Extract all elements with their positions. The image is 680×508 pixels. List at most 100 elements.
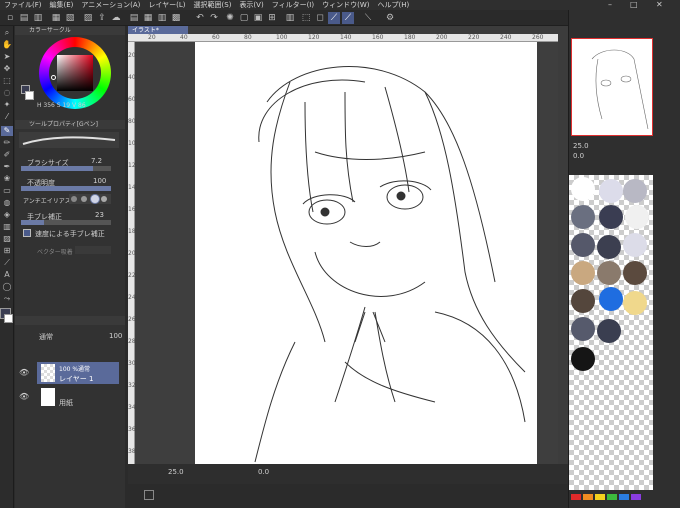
settings-icon[interactable]: ⚙ xyxy=(384,12,396,24)
color-swatch[interactable] xyxy=(571,261,595,285)
opacity-slider[interactable] xyxy=(21,186,111,191)
select-all-icon[interactable]: ⬚ xyxy=(300,12,312,24)
menu-selection[interactable]: 選択範囲(S) xyxy=(190,0,236,10)
undo-icon[interactable]: ↶ xyxy=(194,12,206,24)
hand-tool-icon[interactable]: ✋ xyxy=(1,40,13,50)
gradient-icon[interactable]: ▥ xyxy=(1,222,13,232)
select-tool-icon[interactable]: ⬚ xyxy=(1,76,13,86)
snap-special-ruler-icon[interactable]: ⟋ xyxy=(342,12,354,24)
open-icon[interactable]: ▤ xyxy=(18,12,30,24)
save-icon[interactable]: ▥ xyxy=(32,12,44,24)
canvas-viewport[interactable] xyxy=(135,42,558,464)
correct-line-icon[interactable]: ⤳ xyxy=(1,294,13,304)
hue-marker[interactable] xyxy=(51,75,56,80)
status-zoom[interactable]: 25.0 xyxy=(168,468,184,476)
transform-icon[interactable]: ⊞ xyxy=(266,12,278,24)
color-swatch[interactable] xyxy=(623,233,647,257)
antialias-weak-icon[interactable] xyxy=(81,196,87,202)
antialias-options[interactable] xyxy=(69,194,111,204)
color-set-chip[interactable] xyxy=(619,494,629,500)
move-tool-icon[interactable]: ✥ xyxy=(1,64,13,74)
close-icon[interactable]: ✕ xyxy=(656,0,663,9)
panel-toggle-icon[interactable] xyxy=(144,490,154,500)
menu-animation[interactable]: アニメーション(A) xyxy=(77,0,144,10)
eraser-icon[interactable]: ▭ xyxy=(1,186,13,196)
minimize-icon[interactable]: – xyxy=(608,0,612,9)
object-tool-icon[interactable]: ➤ xyxy=(1,52,13,62)
figure-icon[interactable]: ▨ xyxy=(1,234,13,244)
layer-row-2[interactable]: 用紙 xyxy=(37,386,119,408)
menu-layer[interactable]: レイヤー(L) xyxy=(144,0,189,10)
vector-snap-options[interactable] xyxy=(75,246,111,254)
stabilization-slider[interactable] xyxy=(21,220,111,225)
new-file-icon[interactable]: ▫ xyxy=(4,12,16,24)
auto-select-icon[interactable]: ✦ xyxy=(1,100,13,110)
share-icon[interactable]: ▨ xyxy=(82,12,94,24)
antialias-none-icon[interactable] xyxy=(71,196,77,202)
layer-opacity[interactable]: 100 xyxy=(109,332,122,340)
layer-1-visibility-icon[interactable]: 👁 xyxy=(19,368,29,377)
paper-canvas[interactable] xyxy=(195,42,537,464)
brush-tool-icon[interactable]: ✐ xyxy=(1,150,13,160)
loading-icon[interactable]: ✺ xyxy=(224,12,236,24)
pen-tool-icon[interactable]: ✎ xyxy=(1,126,13,136)
color-swatch[interactable] xyxy=(625,205,649,229)
navigator-angle[interactable]: 0.0 xyxy=(573,152,584,160)
eyedropper-icon[interactable]: ⁄ xyxy=(1,112,13,122)
timeline-icon[interactable]: ▦ xyxy=(142,12,154,24)
color-swatch[interactable] xyxy=(597,261,621,285)
airbrush-icon[interactable]: ✒ xyxy=(1,162,13,172)
deselect-icon[interactable]: ◻ xyxy=(314,12,326,24)
color-swatch[interactable] xyxy=(571,233,595,257)
storage-icon[interactable]: ▩ xyxy=(170,12,182,24)
color-swatch[interactable] xyxy=(599,287,623,311)
color-swatch[interactable] xyxy=(599,179,623,203)
saturation-value-square[interactable] xyxy=(57,55,93,91)
color-swatch[interactable] xyxy=(623,291,647,315)
menu-window[interactable]: ウィンドウ(W) xyxy=(318,0,373,10)
color-swatch[interactable] xyxy=(599,205,623,229)
frames-icon[interactable]: ▥ xyxy=(156,12,168,24)
text-tool-icon[interactable]: A xyxy=(1,270,13,280)
layer-2-visibility-icon[interactable]: 👁 xyxy=(19,392,29,401)
stabilization-value[interactable]: 23 xyxy=(95,211,104,219)
selection-icon[interactable]: ▥ xyxy=(284,12,296,24)
cloud-icon[interactable]: ☁ xyxy=(110,12,122,24)
zoom-tool-icon[interactable]: ⌕ xyxy=(1,28,13,38)
blend-mode-select[interactable]: 通常 xyxy=(39,332,53,342)
antialias-medium-icon[interactable] xyxy=(91,195,99,203)
color-swatch[interactable] xyxy=(571,289,595,313)
secondary-color[interactable] xyxy=(25,91,34,100)
sub-color-swatch[interactable] xyxy=(4,314,13,323)
navigator-preview[interactable] xyxy=(571,38,653,136)
layer-row-1[interactable]: 100 %通常 レイヤー 1 xyxy=(37,362,119,384)
redo-icon[interactable]: ↷ xyxy=(208,12,220,24)
decoration-icon[interactable]: ❀ xyxy=(1,174,13,184)
frame-icon[interactable]: ⊞ xyxy=(1,246,13,256)
navigator-zoom[interactable]: 25.0 xyxy=(573,142,589,150)
lasso-tool-icon[interactable]: ◌ xyxy=(1,88,13,98)
brush-size-slider[interactable] xyxy=(21,166,111,171)
menu-view[interactable]: 表示(V) xyxy=(235,0,267,10)
speed-stabilization-checkbox[interactable] xyxy=(23,229,31,237)
color-swatch[interactable] xyxy=(571,317,595,341)
upload-icon[interactable]: ⇪ xyxy=(96,12,108,24)
color-swatch[interactable] xyxy=(571,347,595,371)
clear-icon[interactable]: ▢ xyxy=(238,12,250,24)
fill-tool-icon[interactable]: ◈ xyxy=(1,210,13,220)
fill-icon[interactable]: ▣ xyxy=(252,12,264,24)
pencil-tool-icon[interactable]: ✏ xyxy=(1,138,13,148)
balloon-icon[interactable]: ◯ xyxy=(1,282,13,292)
color-swatch[interactable] xyxy=(623,261,647,285)
menu-file[interactable]: ファイル(F) xyxy=(0,0,46,10)
color-swatch[interactable] xyxy=(623,179,647,203)
ruler-icon[interactable]: ⟋ xyxy=(1,258,13,268)
color-set-chip[interactable] xyxy=(595,494,605,500)
film-icon[interactable]: ▤ xyxy=(128,12,140,24)
color-set-chip[interactable] xyxy=(631,494,641,500)
snap-ruler-icon[interactable]: ⟋ xyxy=(328,12,340,24)
menu-help[interactable]: ヘルプ(H) xyxy=(373,0,413,10)
snap-grid-icon[interactable]: ⟍ xyxy=(362,12,374,24)
export-icon[interactable]: ▦ xyxy=(50,12,62,24)
maximize-icon[interactable]: □ xyxy=(630,0,638,9)
